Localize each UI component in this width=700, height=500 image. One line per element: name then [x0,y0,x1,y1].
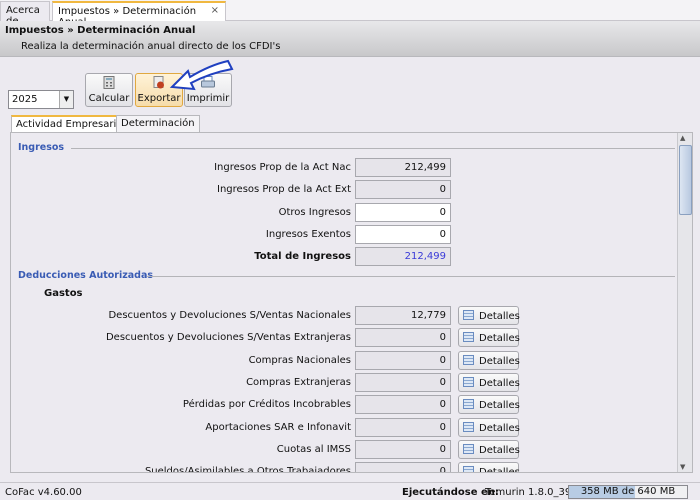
ingresos-nac-field: 212,499 [355,158,451,177]
field-label: Otros Ingresos [278,207,351,218]
detalles-label: Detalles [479,333,520,345]
section-deducciones: Deducciones Autorizadas [18,270,154,281]
detalles-button[interactable]: Detalles [458,462,520,473]
gastos-heading: Gastos [44,288,83,299]
total-ingresos-field: 212,499 [355,247,451,266]
version-text: CoFac v4.60.00 [5,487,82,498]
section-ingresos: Ingresos [18,142,65,153]
field-label: Aportaciones SAR e Infonavit [205,421,351,433]
ingresos-ext-field: 0 [355,180,451,199]
table-icon [463,466,474,472]
scroll-down-icon[interactable]: ▼ [680,463,685,471]
scroll-up-icon[interactable]: ▲ [680,134,685,142]
table-icon [463,376,474,387]
deduccion-field: 0 [355,350,451,370]
deduccion-field: 0 [355,439,451,459]
vertical-scrollbar[interactable]: ▲ ▼ [677,133,692,472]
field-label: Descuentos y Devoluciones S/Ventas Nacio… [108,310,351,321]
calcular-button[interactable]: Calcular [85,73,133,107]
calculator-icon [103,76,115,89]
field-label: Descuentos y Devoluciones S/Ventas Extra… [105,332,351,344]
deduccion-field: 0 [355,328,451,348]
deduccion-field: 0 [355,417,451,437]
detalles-label: Detalles [479,400,520,412]
calcular-label: Calcular [88,93,130,104]
detalles-label: Detalles [479,311,520,322]
table-icon [463,310,474,320]
detalles-label: Detalles [479,467,520,473]
ingresos-exentos-input[interactable]: 0 [355,225,451,244]
table-icon [463,421,474,432]
table-icon [463,399,474,410]
divider [71,148,675,149]
detalles-label: Detalles [479,444,520,456]
field-label: Pérdidas por Créditos Incobrables [182,399,351,411]
close-icon[interactable]: × [211,5,219,16]
status-bar: CoFac v4.60.00 Ejecutándose en: Temurin … [0,482,700,500]
detalles-button[interactable]: Detalles [458,439,520,459]
tab-determinacion[interactable]: Determinación [116,115,200,133]
table-icon [463,354,474,365]
chevron-down-icon[interactable]: ▼ [59,91,73,108]
field-label: Ingresos Exentos [265,229,351,240]
otros-ingresos-input[interactable]: 0 [355,203,451,222]
arrow-annotation-icon [169,59,234,91]
page-title: Impuestos » Determinación Anual [5,25,196,36]
field-label: Compras Nacionales [248,354,351,366]
deduccion-field: 0 [355,395,451,415]
table-icon [463,332,474,343]
tab-determinacion-anual[interactable]: Impuestos » Determinación Anual × [52,1,226,28]
detalles-label: Detalles [479,377,520,389]
field-label: Compras Extranjeras [246,376,351,388]
field-label: Sueldos/Asimilables a Otros Trabajadores [144,466,351,473]
detalles-button[interactable]: Detalles [458,395,520,415]
window-tab-bar: Acerca de Impuestos » Determinación Anua… [0,0,700,28]
detalles-button[interactable]: Detalles [458,350,520,370]
field-label: Total de Ingresos [254,251,351,262]
detalles-button[interactable]: Detalles [458,417,520,437]
table-icon [463,443,474,454]
field-label: Cuotas al IMSS [276,443,351,455]
page-header: Impuestos » Determinación Anual Realiza … [0,21,700,57]
tab-acerca-de[interactable]: Acerca de [0,1,50,27]
actividad-empresarial-panel: Ingresos Ingresos Prop de la Act Nac 212… [10,132,693,473]
year-value: 2025 [12,94,38,105]
field-label: Ingresos Prop de la Act Ext [217,184,351,195]
divider [147,276,675,277]
scrollbar-thumb[interactable] [679,145,692,215]
runtime-text: Temurin 1.8.0_392 [485,487,578,498]
detalles-button[interactable]: Detalles [458,372,520,392]
detalles-button[interactable]: Detalles [458,306,520,325]
deduccion-field: 0 [355,372,451,392]
detalles-label: Detalles [479,355,520,367]
detalles-label: Detalles [479,422,520,434]
year-select[interactable]: 2025 ▼ [8,90,74,109]
deduccion-field: 12,779 [355,306,451,325]
deduccion-field: 0 [355,462,451,472]
memory-bar[interactable]: 358 MB de 640 MB [568,485,688,499]
field-label: Ingresos Prop de la Act Nac [214,162,351,173]
detalles-button[interactable]: Detalles [458,328,520,348]
memory-text: 358 MB de 640 MB [580,486,676,497]
page-subtitle: Realiza la determinación anual directo d… [21,41,281,52]
